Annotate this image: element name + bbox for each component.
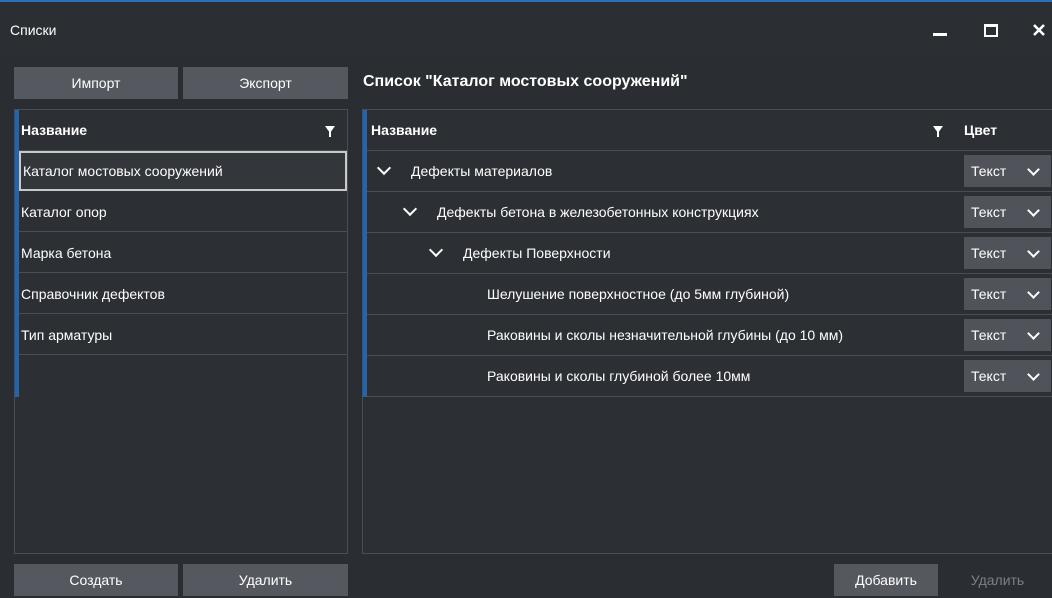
tree-row[interactable]: Раковины и сколы глубиной более 10мм Текс… — [367, 356, 1052, 397]
chevron-down-icon — [1027, 286, 1040, 299]
chevron-down-icon — [1027, 204, 1040, 217]
color-dropdown[interactable]: Текст — [964, 360, 1051, 392]
right-column-header[interactable]: Название Цвет — [367, 110, 1052, 151]
color-dropdown-value: Текст — [971, 163, 1007, 179]
list-item-label: Марка бетона — [21, 244, 112, 261]
minimize-icon — [933, 32, 947, 36]
tree-row[interactable]: Дефекты Поверхности Текст — [367, 233, 1052, 274]
list-item-label: Каталог опор — [21, 203, 107, 220]
list-item[interactable]: Каталог опор — [19, 192, 347, 232]
delete-list-button[interactable]: Удалить — [183, 564, 348, 596]
list-item-label: Тип арматуры — [21, 326, 113, 343]
name-column-header: Название — [371, 122, 438, 138]
color-column-header: Цвет — [964, 122, 998, 138]
tree-row-label: Дефекты материалов — [411, 163, 553, 179]
tree-row-label: Шелушение поверхностное (до 5мм глубиной… — [487, 286, 790, 302]
list-item[interactable]: Тип арматуры — [19, 315, 347, 355]
lists-panel: Название Каталог мостовых сооружений Ката… — [14, 109, 348, 554]
color-dropdown-value: Текст — [971, 204, 1007, 220]
delete-item-button[interactable]: Удалить — [943, 564, 1052, 596]
list-item-label: Каталог мостовых сооружений — [23, 163, 223, 179]
tree-row[interactable]: Раковины и сколы незначительной глубины … — [367, 315, 1052, 356]
tree-row-label: Раковины и сколы незначительной глубины … — [487, 327, 844, 343]
chevron-down-icon[interactable] — [376, 160, 392, 176]
color-dropdown[interactable]: Текст — [964, 278, 1051, 310]
title-bar: Списки — [0, 0, 1052, 58]
chevron-down-icon[interactable] — [428, 242, 444, 258]
maximize-button[interactable] — [976, 16, 1006, 44]
filter-icon[interactable] — [325, 126, 335, 137]
color-dropdown-value: Текст — [971, 245, 1007, 261]
left-column-header-label: Название — [21, 122, 88, 138]
tree-row-label: Раковины и сколы глубиной более 10мм — [487, 368, 751, 384]
chevron-down-icon[interactable] — [402, 201, 418, 217]
tree-row[interactable]: Дефекты бетона в железобетонных конструк… — [367, 192, 1052, 233]
tree-row[interactable]: Шелушение поверхностное (до 5мм глубиной… — [367, 274, 1052, 315]
list-item[interactable]: Каталог мостовых сооружений — [19, 151, 347, 191]
tree-row-label: Дефекты Поверхности — [463, 245, 611, 261]
close-button[interactable] — [1024, 16, 1052, 44]
color-dropdown-value: Текст — [971, 368, 1007, 384]
color-dropdown[interactable]: Текст — [964, 155, 1051, 187]
chevron-down-icon — [1027, 368, 1040, 381]
list-item[interactable]: Марка бетона — [19, 233, 347, 273]
maximize-icon — [984, 23, 998, 37]
import-button[interactable]: Импорт — [14, 67, 178, 99]
list-title: Список "Каталог мостовых сооружений" — [363, 73, 688, 90]
chevron-down-icon — [1027, 163, 1040, 176]
minimize-button[interactable] — [925, 16, 955, 44]
export-button[interactable]: Экспорт — [183, 67, 348, 99]
color-dropdown[interactable]: Текст — [964, 319, 1051, 351]
tree-row-label: Дефекты бетона в железобетонных конструк… — [437, 204, 759, 220]
color-dropdown-value: Текст — [971, 286, 1007, 302]
list-item-label: Справочник дефектов — [21, 285, 165, 302]
window-title: Списки — [10, 22, 57, 38]
filter-icon[interactable] — [933, 126, 943, 137]
close-icon — [1033, 24, 1045, 36]
left-column-header[interactable]: Название — [19, 110, 347, 151]
list-items-panel: Название Цвет Дефекты материалов Текст Деф… — [362, 109, 1052, 554]
chevron-down-icon — [1027, 245, 1040, 258]
color-dropdown[interactable]: Текст — [964, 237, 1051, 269]
tree-row[interactable]: Дефекты материалов Текст — [367, 151, 1052, 192]
color-dropdown[interactable]: Текст — [964, 196, 1051, 228]
list-item[interactable]: Справочник дефектов — [19, 274, 347, 314]
color-dropdown-value: Текст — [971, 327, 1007, 343]
add-button[interactable]: Добавить — [834, 564, 938, 596]
chevron-down-icon — [1027, 327, 1040, 340]
create-button[interactable]: Создать — [14, 564, 178, 596]
